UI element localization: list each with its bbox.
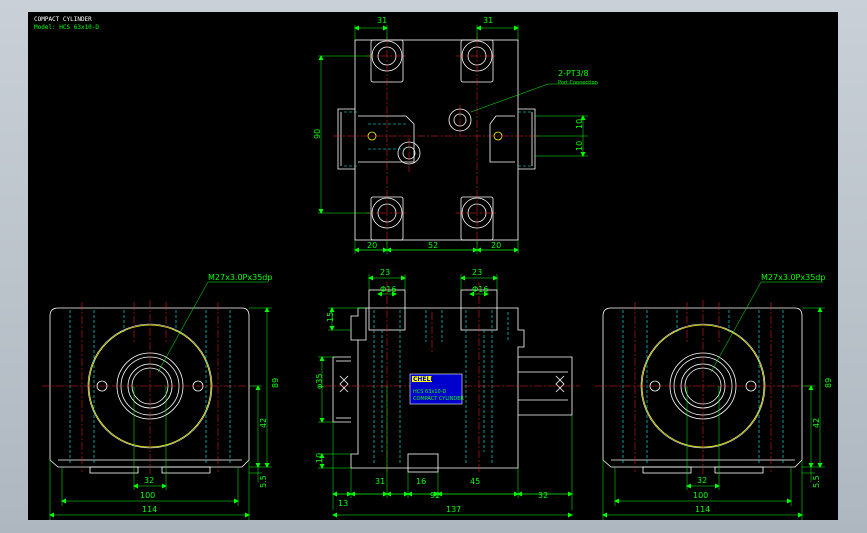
right-dim-width-mid: 100 <box>693 491 708 500</box>
left-dim-width-outer: 114 <box>142 505 157 514</box>
top-view-hidden <box>344 111 532 167</box>
front-dim-left-top: 15 <box>326 312 335 322</box>
front-dim-b5: 32 <box>538 491 548 500</box>
front-view: 23 23 Φ16 Φ16 15 φ35 10 13 31 16 45 32 9… <box>315 268 580 518</box>
left-dim-mid: 42 <box>259 418 268 428</box>
left-view: M27x3.0Px35dp 89 42 5.5 32 100 114 <box>42 273 280 520</box>
front-dim-top-right: 23 <box>472 268 482 277</box>
front-dim-b1: 13 <box>338 499 348 508</box>
front-dim-phi-right: Φ16 <box>472 285 488 294</box>
right-view-centerlines <box>595 300 811 474</box>
top-view-holes <box>367 40 503 229</box>
left-view-centerlines <box>42 300 258 474</box>
top-view-body <box>337 39 536 241</box>
front-dim-b-mid: 92 <box>430 491 440 500</box>
plate-line1: HCS 63x10-D <box>413 389 447 395</box>
front-dim-top-left: 23 <box>380 268 390 277</box>
plate-brand: CHELIC <box>413 376 438 383</box>
front-dim-phi-left: Φ16 <box>380 285 396 294</box>
right-thread-label: M27x3.0Px35dp <box>761 273 825 282</box>
port-label: 2-PT3/8 <box>558 69 589 78</box>
right-view-dimlines <box>602 281 825 520</box>
right-view: M27x3.0Px35dp 89 42 5.5 32 100 114 <box>595 273 833 520</box>
dim-top-right-b: 10 <box>575 141 584 151</box>
front-dim-left-bottom: 10 <box>315 453 324 463</box>
front-dim-b4: 45 <box>470 477 480 486</box>
front-dim-rod-dia: φ35 <box>315 374 324 389</box>
dim-top-left: 31 <box>377 16 387 25</box>
right-dim-base: 5.5 <box>812 475 821 488</box>
port-sub-label: Port Connection <box>558 80 598 86</box>
right-dim-height: 89 <box>824 378 833 388</box>
right-dim-mid: 42 <box>812 418 821 428</box>
dim-top-right: 31 <box>483 16 493 25</box>
dim-bottom-left: 20 <box>367 241 377 250</box>
left-dim-height: 89 <box>271 378 280 388</box>
left-dim-width-mid: 100 <box>140 491 155 500</box>
left-view-dimlines <box>49 281 272 520</box>
left-dim-inner: 32 <box>144 476 154 485</box>
top-view: 31 31 90 10 10 20 52 20 2-PT3/8 Port Con… <box>313 16 598 254</box>
right-dim-inner: 32 <box>697 476 707 485</box>
dim-top-height: 90 <box>313 129 322 139</box>
left-thread-label: M27x3.0Px35dp <box>208 273 272 282</box>
front-dim-b2: 31 <box>375 477 385 486</box>
dim-bottom-right: 20 <box>491 241 501 250</box>
top-view-dimlines <box>318 25 598 254</box>
plate-line2: COMPACT CYLINDER <box>413 396 464 402</box>
top-view-centerlines <box>333 36 540 246</box>
right-dim-width-outer: 114 <box>695 505 710 514</box>
cad-drawing-canvas[interactable]: COMPACT CYLINDER Model: HCS 63x10-D 31 3… <box>28 12 838 520</box>
technical-drawing: 31 31 90 10 10 20 52 20 2-PT3/8 Port Con… <box>42 16 833 520</box>
front-dim-b3: 16 <box>416 477 426 486</box>
dim-top-right-a: 10 <box>575 119 584 129</box>
left-dim-base: 5.5 <box>259 475 268 488</box>
dim-bottom-mid: 52 <box>428 241 438 250</box>
front-dim-overall: 137 <box>446 505 461 514</box>
